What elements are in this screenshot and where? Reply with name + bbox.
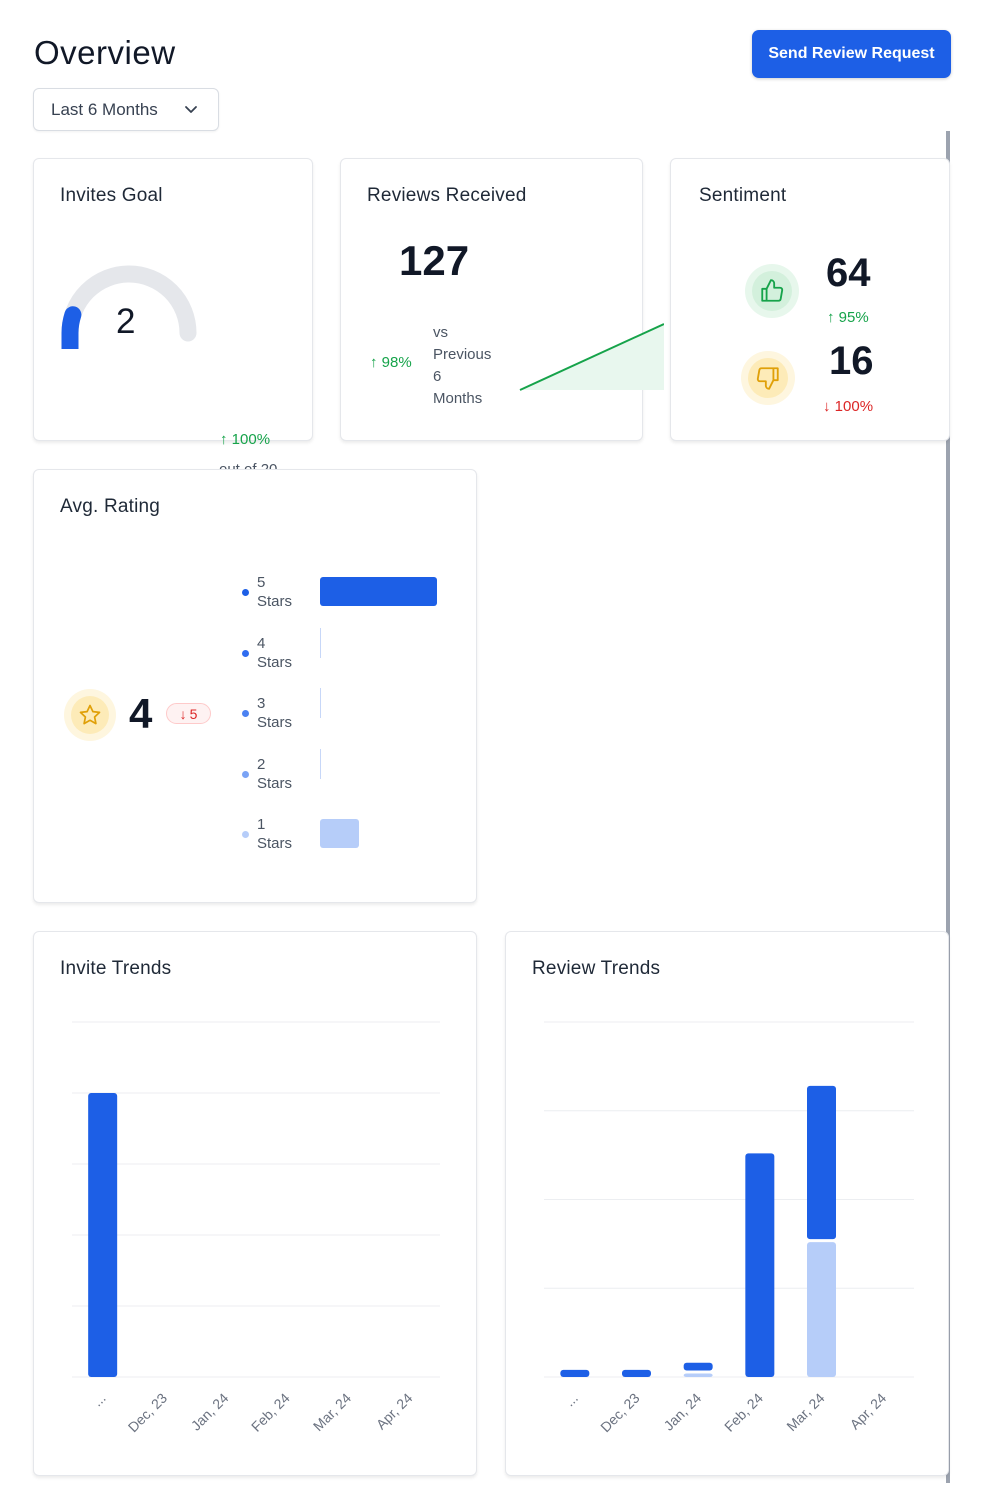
arrow-down-icon: ↓ <box>179 705 187 722</box>
rating-bar <box>320 627 321 658</box>
rating-bar <box>320 748 321 779</box>
rating-stars-number: 5 <box>257 574 266 591</box>
thumbs-up-badge <box>745 264 799 318</box>
rating-stars-label: Stars <box>257 835 293 852</box>
bar <box>560 1369 590 1377</box>
sentiment-title: Sentiment <box>699 185 787 206</box>
x-tick-label: Dec, 23 <box>597 1390 643 1436</box>
rating-bar <box>320 819 359 848</box>
avg-rating-change-badge: ↓ 5 <box>166 703 211 724</box>
legend-dot <box>242 770 249 778</box>
page-title: Overview <box>34 34 176 71</box>
review-trends-card: Review Trends ... Dec, 23 Jan, 24 Feb, 24 Ma… <box>505 931 949 1476</box>
invite-trends-card: Invite Trends ... Dec, 23 Jan, 24 Feb, 24 Ma… <box>33 931 477 1476</box>
rating-row-2-stars: 2 Stars <box>242 755 292 793</box>
invites-goal-gauge-fill <box>61 306 82 349</box>
arrow-down-icon: ↓ <box>823 398 831 415</box>
rating-stars-label: Stars <box>257 714 293 731</box>
rating-stars-label: Stars <box>257 593 293 610</box>
positive-sentiment-value: 64 <box>826 251 871 295</box>
rating-stars-number: 3 <box>257 695 266 712</box>
legend-dot <box>242 831 249 838</box>
rating-row-label: 5 Stars <box>257 573 292 611</box>
x-tick-label: Apr, 24 <box>847 1390 890 1433</box>
send-review-request-button[interactable]: Send Review Request <box>752 30 951 78</box>
arrow-up-icon: ↑ <box>220 431 228 448</box>
star-icon <box>79 704 101 725</box>
legend-dot <box>242 649 249 657</box>
positive-sentiment-change: ↑ 95% <box>827 309 869 326</box>
chevron-down-icon <box>185 106 197 113</box>
bar <box>622 1369 651 1377</box>
legend-dot <box>242 589 249 596</box>
arrow-up-icon: ↑ <box>370 354 378 371</box>
rating-bar <box>320 577 437 606</box>
rating-row-label: 1 Stars <box>257 815 292 853</box>
rating-stars-number: 2 <box>257 755 266 773</box>
date-range-select[interactable]: Last 6 Months <box>33 88 219 131</box>
invites-goal-title: Invites Goal <box>60 185 163 206</box>
x-tick-label: Jan, 24 <box>188 1390 232 1434</box>
x-tick-label: Jan, 24 <box>660 1390 704 1434</box>
thumbs-down-badge <box>741 351 795 405</box>
rating-row-label: 4 Stars <box>257 634 292 672</box>
star-badge <box>64 689 116 741</box>
rating-row-1-stars: 1 Stars <box>242 815 292 853</box>
reviews-received-change: ↑ 98% <box>370 354 412 371</box>
rating-row-3-stars: 3 Stars <box>242 694 292 732</box>
bar <box>683 1362 713 1371</box>
thumbs-up-icon <box>761 279 784 302</box>
reviews-received-title: Reviews Received <box>367 185 527 206</box>
arrow-up-icon: ↑ <box>827 309 835 326</box>
bar <box>745 1153 775 1377</box>
date-range-value: Last 6 Months <box>51 99 158 119</box>
thumbs-down-icon <box>756 367 779 390</box>
rating-stars-number: 1 <box>257 816 266 833</box>
rating-row-4-stars: 4 Stars <box>242 634 292 672</box>
negative-sentiment-change: ↓ 100% <box>823 398 874 415</box>
avg-rating-card: Avg. Rating 4 ↓ 5 5 Stars 4 Stars 3 Stars 2 Star… <box>33 469 477 903</box>
legend-dot <box>242 710 249 717</box>
rating-stars-label: Stars <box>257 774 293 792</box>
rating-row-label: 2 Stars <box>257 755 292 793</box>
avg-rating-value: 4 <box>129 690 153 737</box>
reviews-received-value: 127 <box>399 237 470 284</box>
x-tick-label: Dec, 23 <box>125 1390 171 1436</box>
x-tick-label: Apr, 24 <box>373 1390 416 1433</box>
reviews-sparkline <box>519 323 664 391</box>
invites-goal-card: Invites Goal 2 <box>33 158 313 441</box>
avg-rating-title: Avg. Rating <box>60 496 161 517</box>
invites-goal-change: ↑ 100% <box>220 431 271 448</box>
reviews-received-card: Reviews Received 127 ↑ 98% vs Previous 6… <box>340 158 643 441</box>
x-tick-label: ... <box>561 1390 581 1410</box>
invite-trends-chart: ... Dec, 23 Jan, 24 Feb, 24 Mar, 24 Apr, 24 <box>72 1021 440 1436</box>
x-tick-label: Feb, 24 <box>248 1390 293 1435</box>
rating-stars-number: 4 <box>257 634 266 652</box>
rating-row-label: 3 Stars <box>257 694 292 732</box>
rating-bar <box>320 688 321 718</box>
x-tick-label: Feb, 24 <box>721 1390 766 1435</box>
rating-stars-label: Stars <box>257 653 293 671</box>
bar <box>683 1373 713 1377</box>
bar <box>807 1242 836 1377</box>
negative-sentiment-value: 16 <box>829 339 874 383</box>
x-tick-label: Mar, 24 <box>783 1390 827 1434</box>
review-trends-chart: ... Dec, 23 Jan, 24 Feb, 24 Mar, 24 Apr, 24 <box>544 1021 914 1436</box>
sentiment-card: Sentiment 64 ↑ 95% 16 ↓ 100% <box>670 158 950 441</box>
bar <box>807 1085 836 1240</box>
x-tick-label: ... <box>89 1390 109 1410</box>
reviews-received-comparison: vs Previous 6 Months <box>433 324 492 407</box>
x-tick-label: Mar, 24 <box>310 1390 354 1434</box>
rating-row-5-stars: 5 Stars <box>242 573 292 611</box>
invites-goal-value: 2 <box>116 302 136 341</box>
bar <box>88 1093 118 1377</box>
